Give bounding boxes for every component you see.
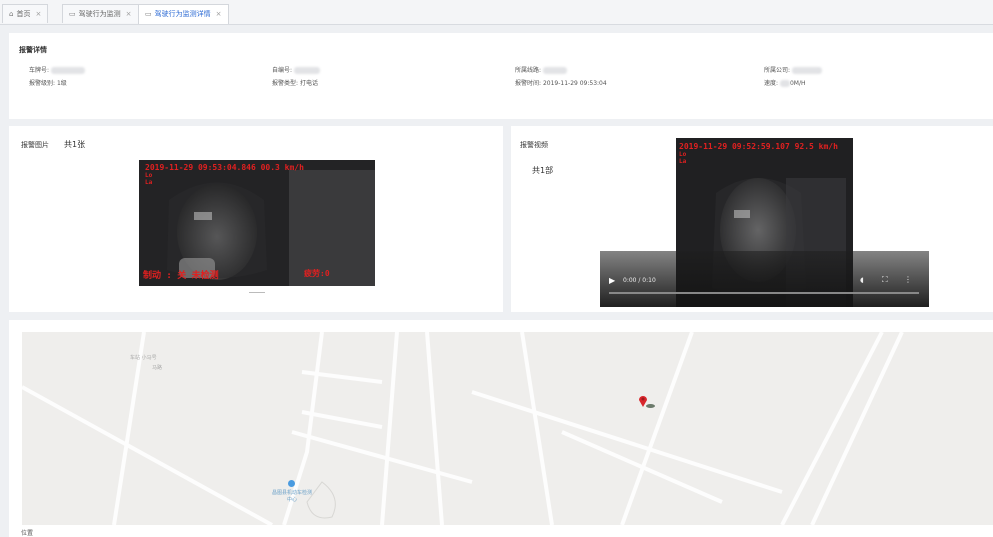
- tab-home[interactable]: ⌂ 首页 ×: [2, 4, 49, 23]
- field-label: 车牌号:: [29, 67, 50, 74]
- video-controls: ▶ 0:00 / 0:10 ◖ ⛶ ⋮: [600, 251, 929, 307]
- close-icon[interactable]: ×: [35, 10, 41, 18]
- alarm-photo[interactable]: 2019-11-29 09:53:04.846 00.3 km/h Lo La …: [139, 160, 375, 286]
- field-label: 速度:: [764, 80, 779, 87]
- speed-field: 速度: 0M/H: [764, 78, 805, 87]
- close-icon[interactable]: ×: [216, 10, 222, 18]
- field-value: 2019-11-29 09:53:04: [542, 80, 607, 87]
- video-progress-bar[interactable]: [609, 292, 919, 294]
- tab-label: 驾驶行为监测详情: [154, 10, 211, 18]
- photo-overlay-timestamp: 2019-11-29 09:53:04.846 00.3 km/h: [145, 163, 304, 172]
- redacted-value: [542, 67, 567, 74]
- section-title: 报警图片: [21, 141, 49, 149]
- photo-overlay-la: La: [145, 179, 153, 186]
- photo-overlay-fatigue: 疲劳:0: [304, 269, 330, 278]
- video-overlay-la: La: [679, 158, 687, 165]
- video-overlay-timestamp: 2019-11-29 09:52:59.107 92.5 km/h: [679, 142, 838, 151]
- map-view[interactable]: 车站 小马号 马路 昌图县机动车检测中心: [22, 332, 993, 525]
- alarm-level-field: 报警级别: 1级: [29, 78, 67, 87]
- tab-driving-monitor-detail[interactable]: ▭ 驾驶行为监测详情 ×: [138, 4, 229, 24]
- photo-overlay-status: 制动 : 关 未检测: [143, 271, 219, 281]
- tab-label: 首页: [16, 10, 31, 18]
- video-overlay-lo: Lo: [679, 151, 687, 158]
- monitor-icon: ▭: [69, 10, 76, 18]
- route-field: 所属线路:: [515, 65, 567, 74]
- photo-overlay-lo: Lo: [145, 172, 153, 179]
- alarm-time-field: 报警时间: 2019-11-29 09:53:04: [515, 78, 607, 87]
- alarm-detail-panel: 报警详情 车牌号: 报警级别: 1级 自编号: 报警类型: 打电话 所属线路: …: [9, 33, 993, 119]
- field-value: 0M/H: [789, 80, 806, 87]
- vehicle-marker: [646, 404, 655, 408]
- tab-bar: ⌂ 首页 × ▭ 驾驶行为监测 × ▭ 驾驶行为监测详情 ×: [0, 0, 993, 25]
- field-label: 报警时间:: [515, 80, 542, 87]
- redacted-value: [791, 67, 822, 74]
- video-time: 0:00 / 0:10: [623, 277, 656, 284]
- play-icon[interactable]: ▶: [609, 276, 615, 285]
- alarm-image-panel: 报警图片 共1张 2019-11-29 09:53:04.846 00.3 km…: [9, 126, 503, 312]
- map-label: 车站 小马号: [130, 355, 157, 361]
- poi-icon[interactable]: [288, 480, 295, 487]
- section-title: 报警视频: [520, 141, 548, 149]
- map-label: 马路: [152, 365, 163, 371]
- video-player[interactable]: 2019-11-29 09:52:59.107 92.5 km/h Lo La …: [600, 138, 929, 307]
- alarm-type-field: 报警类型: 打电话: [272, 78, 318, 87]
- redacted-value: [293, 67, 320, 74]
- plate-field: 车牌号:: [29, 65, 85, 74]
- more-options-icon[interactable]: ⋮: [904, 275, 912, 284]
- close-icon[interactable]: ×: [126, 10, 132, 18]
- field-label: 报警级别:: [29, 80, 56, 87]
- field-label: 所属线路:: [515, 67, 542, 74]
- map-label: 昌图县机动车检测中心: [272, 490, 313, 503]
- home-icon: ⌂: [9, 10, 14, 18]
- field-label: 自编号:: [272, 67, 293, 74]
- fullscreen-icon[interactable]: ⛶: [882, 275, 888, 285]
- field-label: 报警类型:: [272, 80, 299, 87]
- self-no-field: 自编号:: [272, 65, 320, 74]
- map-panel: 车站 小马号 马路 昌图县机动车检测中心 位置: [9, 320, 993, 537]
- section-title: 报警详情: [19, 46, 47, 54]
- field-label: 所属公司:: [764, 67, 791, 74]
- map-roads: [22, 332, 993, 525]
- image-pager-indicator[interactable]: [249, 292, 265, 293]
- tab-label: 驾驶行为监测: [78, 10, 121, 18]
- video-count: 共1部: [532, 166, 554, 175]
- redacted-value: [779, 80, 790, 87]
- company-field: 所属公司:: [764, 65, 822, 74]
- image-count: 共1张: [64, 140, 86, 149]
- alarm-video-panel: 报警视频 共1部 2019-11-29 09:52:59.107 92.5 km…: [511, 126, 993, 312]
- field-value: 打电话: [299, 80, 318, 87]
- field-value: 1级: [56, 80, 67, 87]
- redacted-value: [50, 67, 85, 74]
- monitor-icon: ▭: [145, 10, 152, 18]
- tab-driving-monitor[interactable]: ▭ 驾驶行为监测 ×: [62, 4, 139, 23]
- map-footer-label: 位置: [21, 530, 34, 537]
- volume-icon[interactable]: ◖: [860, 276, 864, 284]
